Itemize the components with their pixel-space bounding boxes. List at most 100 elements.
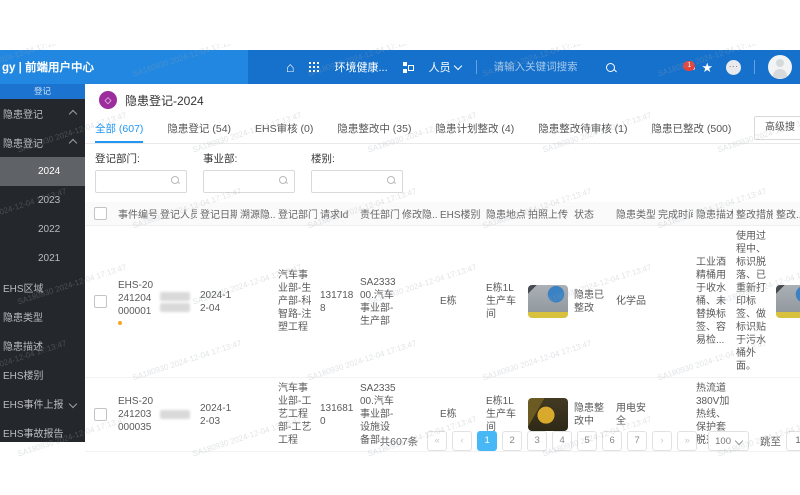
sidebar-item-2024[interactable]: 2024 xyxy=(0,157,85,186)
sidebar-item-EHS楼别[interactable]: EHS楼别 xyxy=(0,360,85,389)
app-name[interactable]: 环境健康... xyxy=(334,59,387,75)
user-avatar[interactable] xyxy=(768,55,792,79)
redacted-name xyxy=(160,302,190,312)
cell-action xyxy=(733,411,773,419)
org-icon[interactable] xyxy=(402,61,414,73)
tab-隐患整改中 (35)[interactable]: 隐患整改中 (35) xyxy=(337,121,411,143)
advanced-search-button[interactable]: 高级搜 xyxy=(754,116,800,140)
event-number: EHS-20241204000001 xyxy=(118,279,154,317)
sidebar-item-2021[interactable]: 2021 xyxy=(0,244,85,273)
event-number: EHS-20241203000035 xyxy=(118,396,154,433)
cell-ehs_floor: E栋 xyxy=(440,296,457,307)
tab-全部 (607)[interactable]: 全部 (607) xyxy=(95,121,144,143)
column-header: 隐患描述 xyxy=(696,210,733,221)
tab-隐患整改待审核 (1)[interactable]: 隐患整改待审核 (1) xyxy=(538,121,627,143)
chevron-up-icon xyxy=(68,109,78,118)
row-checkbox[interactable] xyxy=(93,295,107,308)
column-header: 登记日期 xyxy=(200,210,237,221)
cell-photo xyxy=(525,281,571,322)
pagination: 共607条 « ‹ 1234567 › » 100 跳至 1 xyxy=(380,431,800,451)
page-button-1[interactable]: 1 xyxy=(477,431,498,451)
cell-reg_dept: 消费电子事业部-生产部 xyxy=(275,452,317,456)
page-button-7[interactable]: 7 xyxy=(627,431,648,451)
search-icon[interactable] xyxy=(279,176,287,184)
tab-隐患登记 (54)[interactable]: 隐患登记 (54) xyxy=(167,121,231,143)
search-icon[interactable] xyxy=(605,62,615,72)
table-row: EHS-202412030000332024-12-03消费电子事业部-生产部1… xyxy=(85,452,800,456)
sidebar-top-label[interactable]: 登记 xyxy=(0,84,85,99)
prev-page-button[interactable]: ‹ xyxy=(452,431,473,451)
app-grid-icon[interactable] xyxy=(309,62,319,72)
column-header: 整改... xyxy=(776,210,800,221)
select-all-checkbox[interactable] xyxy=(93,207,107,220)
sidebar-item-隐患描述[interactable]: 隐患描述 xyxy=(0,331,85,360)
next-page-button[interactable]: › xyxy=(652,431,673,451)
cell-reg_dept: 汽车事业部-生产部-科智路-注塑工程 xyxy=(278,270,312,333)
cell-person xyxy=(157,286,197,318)
tab-隐患计划整改 (4)[interactable]: 隐患计划整改 (4) xyxy=(435,121,514,143)
jump-to-input[interactable]: 1 xyxy=(786,431,800,451)
sidebar-item-label: 2021 xyxy=(38,253,61,264)
sidebar-item-EHS区域[interactable]: EHS区域 xyxy=(0,273,85,302)
header-checkbox-cell xyxy=(85,202,115,225)
first-page-button[interactable]: « xyxy=(427,431,448,451)
tab-隐患已整改 (500)[interactable]: 隐患已整改 (500) xyxy=(651,121,731,143)
row-checkbox[interactable] xyxy=(93,408,107,421)
column-header: 溯源隐... xyxy=(240,210,275,221)
cell-photo2 xyxy=(773,411,800,419)
equipment-photo[interactable] xyxy=(528,285,568,318)
favorite-star-icon[interactable]: ★ xyxy=(701,61,713,74)
filter-label: 楼别: xyxy=(311,153,335,165)
column-header: 事件编号 xyxy=(118,210,157,221)
notification-badge: 1 xyxy=(683,61,696,71)
sidebar-item-label: EHS事故报告 xyxy=(3,429,64,440)
search-icon[interactable] xyxy=(387,176,395,184)
cell-reg_dept: 汽车事业部-工艺工程部-工艺工程 xyxy=(278,383,312,446)
page-size-select[interactable]: 100 xyxy=(708,431,749,451)
people-dropdown[interactable]: 人员 xyxy=(429,59,462,75)
cell-status: 隐患已整改 xyxy=(574,289,604,314)
sidebar-item-隐患登记[interactable]: 隐患登记 xyxy=(0,128,85,157)
cell-desc: 工业酒精桶用于收水桶、未替换标签、容易检... xyxy=(696,257,726,346)
sidebar-item-隐患类型[interactable]: 隐患类型 xyxy=(0,302,85,331)
page-button-5[interactable]: 5 xyxy=(577,431,598,451)
rectified-photo[interactable] xyxy=(776,285,800,318)
filter-label: 登记部门: xyxy=(95,153,140,165)
more-options-icon[interactable]: ··· xyxy=(726,59,741,75)
tab-EHS审核 (0)[interactable]: EHS审核 (0) xyxy=(255,121,313,143)
sidebar-item-label: EHS事件上报 xyxy=(3,400,64,411)
last-page-button[interactable]: » xyxy=(677,431,698,451)
cell-event_no: EHS-20241203000033 xyxy=(115,455,157,456)
page-button-4[interactable]: 4 xyxy=(552,431,573,451)
home-icon[interactable]: ⌂ xyxy=(286,60,294,74)
sidebar-item-label: 隐患登记 xyxy=(3,110,43,121)
sidebar-item-EHS事故报告[interactable]: EHS事故报告 xyxy=(0,418,85,442)
row-checkbox-cell xyxy=(85,291,115,312)
page-button-2[interactable]: 2 xyxy=(502,431,523,451)
page-button-3[interactable]: 3 xyxy=(527,431,548,451)
sidebar-item-EHS事件上报[interactable]: EHS事件上报 xyxy=(0,389,85,418)
column-header: EHS楼别 xyxy=(440,210,481,221)
redacted-name xyxy=(160,291,190,301)
filter-group: 事业部: xyxy=(203,151,295,193)
sidebar-item-label: 隐患描述 xyxy=(3,342,43,353)
table-body: EHS-20241204000001 2024-12-04 汽车事业部-生产部-科智… xyxy=(85,226,800,456)
page-button-6[interactable]: 6 xyxy=(602,431,623,451)
total-count: 共607条 xyxy=(379,435,419,448)
sidebar-item-label: 2023 xyxy=(38,195,61,206)
column-header: 隐患类型 xyxy=(616,210,655,221)
column-header: 修改隐... xyxy=(402,210,437,221)
page-title: 隐患登记-2024 xyxy=(125,93,204,108)
sidebar-item-隐患登记[interactable]: 隐患登记 xyxy=(0,99,85,128)
filter-input-box xyxy=(311,170,403,193)
redacted-name xyxy=(160,410,190,419)
machine-photo[interactable] xyxy=(528,398,568,431)
cell-modify xyxy=(399,298,437,306)
filter-group: 登记部门: xyxy=(95,151,187,193)
search-icon[interactable] xyxy=(171,176,179,184)
cell-request_id: 1316810 xyxy=(320,402,354,427)
filter-group: 楼别: xyxy=(311,151,403,193)
sidebar-item-2023[interactable]: 2023 xyxy=(0,186,85,215)
sidebar-item-2022[interactable]: 2022 xyxy=(0,215,85,244)
search-input[interactable] xyxy=(491,60,591,74)
